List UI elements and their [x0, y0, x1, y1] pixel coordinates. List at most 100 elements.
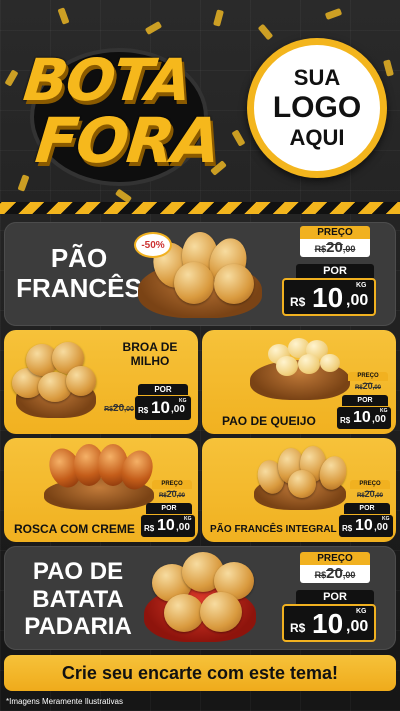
confetti: [383, 59, 394, 77]
old-price-int: 20: [364, 489, 375, 499]
product-name: PÃO FRANCÊS: [14, 243, 144, 304]
logo-placeholder: SUA LOGO AQUI: [247, 38, 387, 178]
price-dec: ,00: [372, 414, 386, 425]
old-price-dec: ,00: [342, 570, 356, 580]
product-name: PÃO FRANCÊS INTEGRAL: [210, 524, 337, 535]
price-currency: R$: [340, 416, 351, 425]
old-price-int: 20: [113, 403, 125, 414]
product-name-line: BATATA: [32, 585, 124, 613]
logo-text-2: LOGO: [272, 91, 362, 124]
old-price: R$20,00: [348, 381, 388, 392]
old-price: R$20,00: [300, 239, 370, 257]
product-name: BROA DE MILHO: [110, 340, 190, 369]
price-currency: R$: [342, 524, 353, 533]
product-card-pao-integral: PÃO FRANCÊS INTEGRAL PREÇO R$20,00 POR R…: [202, 438, 396, 542]
new-price: R$ 10 ,00 KG: [338, 514, 394, 538]
product-card-pao-de-queijo: PAO DE QUEIJO PREÇO R$20,00 POR R$ 10 ,0…: [202, 330, 396, 434]
confetti: [57, 7, 70, 25]
price-unit: KG: [382, 516, 390, 522]
old-price: R$20,00: [152, 489, 192, 500]
confetti: [213, 9, 224, 27]
cheese-bread: [320, 354, 340, 372]
price-currency: R$: [290, 295, 306, 309]
old-price-dec: ,00: [124, 406, 134, 413]
price-int: 10: [157, 517, 175, 534]
por-label: POR: [344, 503, 390, 514]
preco-label: PREÇO: [300, 552, 370, 565]
price-int: 10: [312, 282, 344, 313]
confetti: [4, 69, 19, 87]
price-dec: ,00: [374, 522, 388, 533]
old-price-dec: ,00: [342, 244, 356, 254]
old-price-currency: R$: [314, 244, 327, 254]
old-price-dec: ,00: [372, 385, 382, 391]
por-label: POR: [342, 395, 388, 406]
logo-text-3: AQUI: [289, 125, 345, 150]
footnote: *Imagens Meramente Ilustrativas: [6, 697, 123, 706]
por-label: POR: [146, 503, 192, 514]
old-price-currency: R$: [104, 406, 114, 413]
bread-roll: [174, 262, 214, 304]
new-price: R$ 10 ,00 KG: [282, 278, 376, 316]
old-price-currency: R$: [354, 385, 363, 391]
preco-label: PREÇO: [350, 480, 390, 489]
price-currency: R$: [144, 524, 155, 533]
logo-text-1: SUA: [293, 65, 341, 90]
price-unit: KG: [179, 398, 187, 404]
price-dec: ,00: [176, 522, 190, 533]
old-price: R$20,00: [100, 402, 138, 416]
price-int: 10: [151, 398, 170, 417]
price-currency: R$: [290, 621, 306, 635]
preco-label: PREÇO: [348, 372, 388, 381]
product-card-broa: BROA DE MILHO POR R$20,00 R$ 10 ,00 KG: [4, 330, 198, 434]
bread-roll: [164, 594, 204, 632]
old-price-dec: ,00: [176, 493, 186, 499]
product-name: ROSCA COM CREME: [14, 522, 135, 536]
price-unit: KG: [356, 608, 367, 615]
new-price: R$ 10 ,00 KG: [336, 406, 392, 430]
new-price: R$ 10 ,00 KG: [134, 395, 192, 421]
product-name: PAO DE QUEIJO: [222, 414, 316, 428]
old-price-currency: R$: [356, 493, 365, 499]
cheese-bread: [276, 356, 298, 376]
old-price-int: 20: [326, 565, 343, 582]
price-dec: ,00: [346, 292, 369, 309]
product-name-line: PAO DE: [32, 558, 124, 585]
confetti: [257, 23, 274, 41]
product-name-line: PÃO: [50, 243, 108, 273]
price-unit: KG: [356, 282, 367, 289]
header: BOTA FORA SUA LOGO AQUI: [0, 0, 400, 205]
flyer: BOTA FORA SUA LOGO AQUI PÃO FRANCÊS PREÇ…: [0, 0, 400, 711]
cheese-bread: [298, 354, 320, 374]
confetti: [324, 7, 343, 21]
old-price-int: 20: [166, 489, 177, 499]
old-price-int: 20: [362, 381, 373, 391]
product-card-pao-frances: PÃO FRANCÊS PREÇO R$20,00 POR R$ 10 ,00 …: [4, 222, 396, 326]
price-unit: KG: [184, 516, 192, 522]
product-name: PAO DE BATATA PADARIA: [12, 558, 144, 641]
bread-roll: [214, 264, 254, 304]
caution-tape: [0, 202, 400, 214]
old-price-currency: R$: [158, 493, 167, 499]
por-label: POR: [296, 264, 374, 278]
confetti: [231, 129, 246, 147]
price-currency: R$: [138, 406, 149, 415]
old-price-dec: ,00: [374, 493, 384, 499]
product-name-line: FRANCÊS: [16, 272, 142, 303]
product-card-pao-de-batata: PAO DE BATATA PADARIA PREÇO R$20,00 POR …: [4, 546, 396, 650]
por-label: POR: [296, 590, 374, 604]
bread-roll: [288, 470, 316, 498]
cta-banner[interactable]: Crie seu encarte com este tema!: [4, 655, 396, 691]
new-price: R$ 10 ,00 KG: [140, 514, 196, 538]
price-dec: ,00: [346, 618, 369, 635]
old-price-currency: R$: [314, 570, 327, 580]
preco-label: PREÇO: [152, 480, 192, 489]
old-price: R$20,00: [300, 565, 370, 583]
price-unit: KG: [380, 408, 388, 414]
bread-roll: [200, 592, 242, 632]
title-line-2: FORA: [32, 104, 223, 177]
bread-roll: [66, 366, 96, 396]
product-name-line: BROA DE: [122, 340, 178, 354]
old-price: R$20,00: [350, 489, 390, 500]
por-label: POR: [138, 384, 188, 395]
